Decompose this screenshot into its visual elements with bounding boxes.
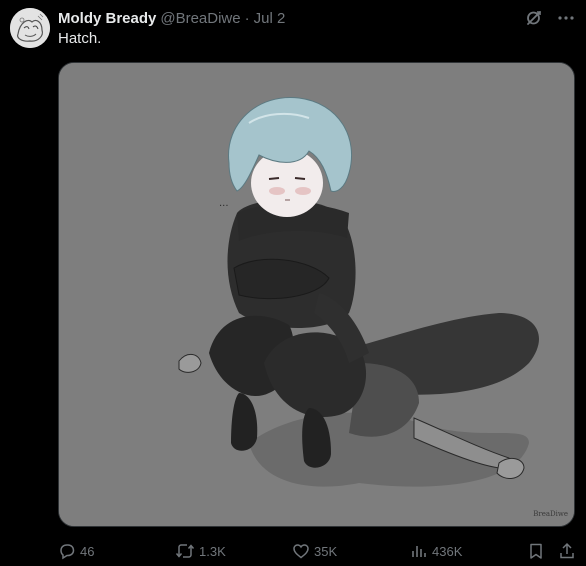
share-button[interactable]: [558, 540, 576, 562]
reply-icon: [60, 544, 75, 560]
separator-dot: ·: [244, 9, 250, 27]
like-button[interactable]: 35K: [292, 540, 337, 562]
avatar-image: [10, 8, 50, 48]
artwork-illustration: ...: [59, 63, 574, 526]
view-count: 436K: [432, 543, 463, 559]
tweet-media-image[interactable]: ... BreaDiwe: [58, 62, 575, 527]
views-button[interactable]: 436K: [410, 540, 462, 562]
repost-button[interactable]: 1.3K: [175, 540, 226, 562]
repost-count: 1.3K: [199, 543, 226, 559]
grok-icon[interactable]: [524, 8, 544, 28]
post-date[interactable]: Jul 2: [254, 10, 286, 27]
share-icon: [560, 542, 574, 559]
views-icon: [412, 546, 426, 557]
user-handle[interactable]: @BreaDiwe: [160, 10, 240, 27]
like-count: 35K: [314, 543, 338, 559]
tweet[interactable]: Moldy Bready @BreaDiwe · Jul 2 Hatch. ..…: [0, 0, 586, 566]
artist-signature: BreaDiwe: [533, 510, 568, 518]
like-icon: [293, 544, 309, 559]
repost-icon: [175, 544, 195, 558]
avatar[interactable]: [10, 8, 50, 48]
reply-button[interactable]: 46: [58, 540, 94, 562]
tweet-actions: 46 1.3K 35K 436K: [58, 540, 576, 562]
header-actions: [524, 8, 576, 28]
bookmark-button[interactable]: [527, 540, 545, 562]
artwork-ellipsis: ...: [219, 198, 229, 209]
reply-count: 46: [80, 543, 95, 559]
bookmark-icon: [530, 543, 542, 559]
tweet-text: Hatch.: [58, 30, 102, 47]
display-name[interactable]: Moldy Bready: [58, 10, 156, 27]
tweet-header: Moldy Bready @BreaDiwe · Jul 2: [58, 8, 285, 28]
more-icon[interactable]: [556, 8, 576, 28]
